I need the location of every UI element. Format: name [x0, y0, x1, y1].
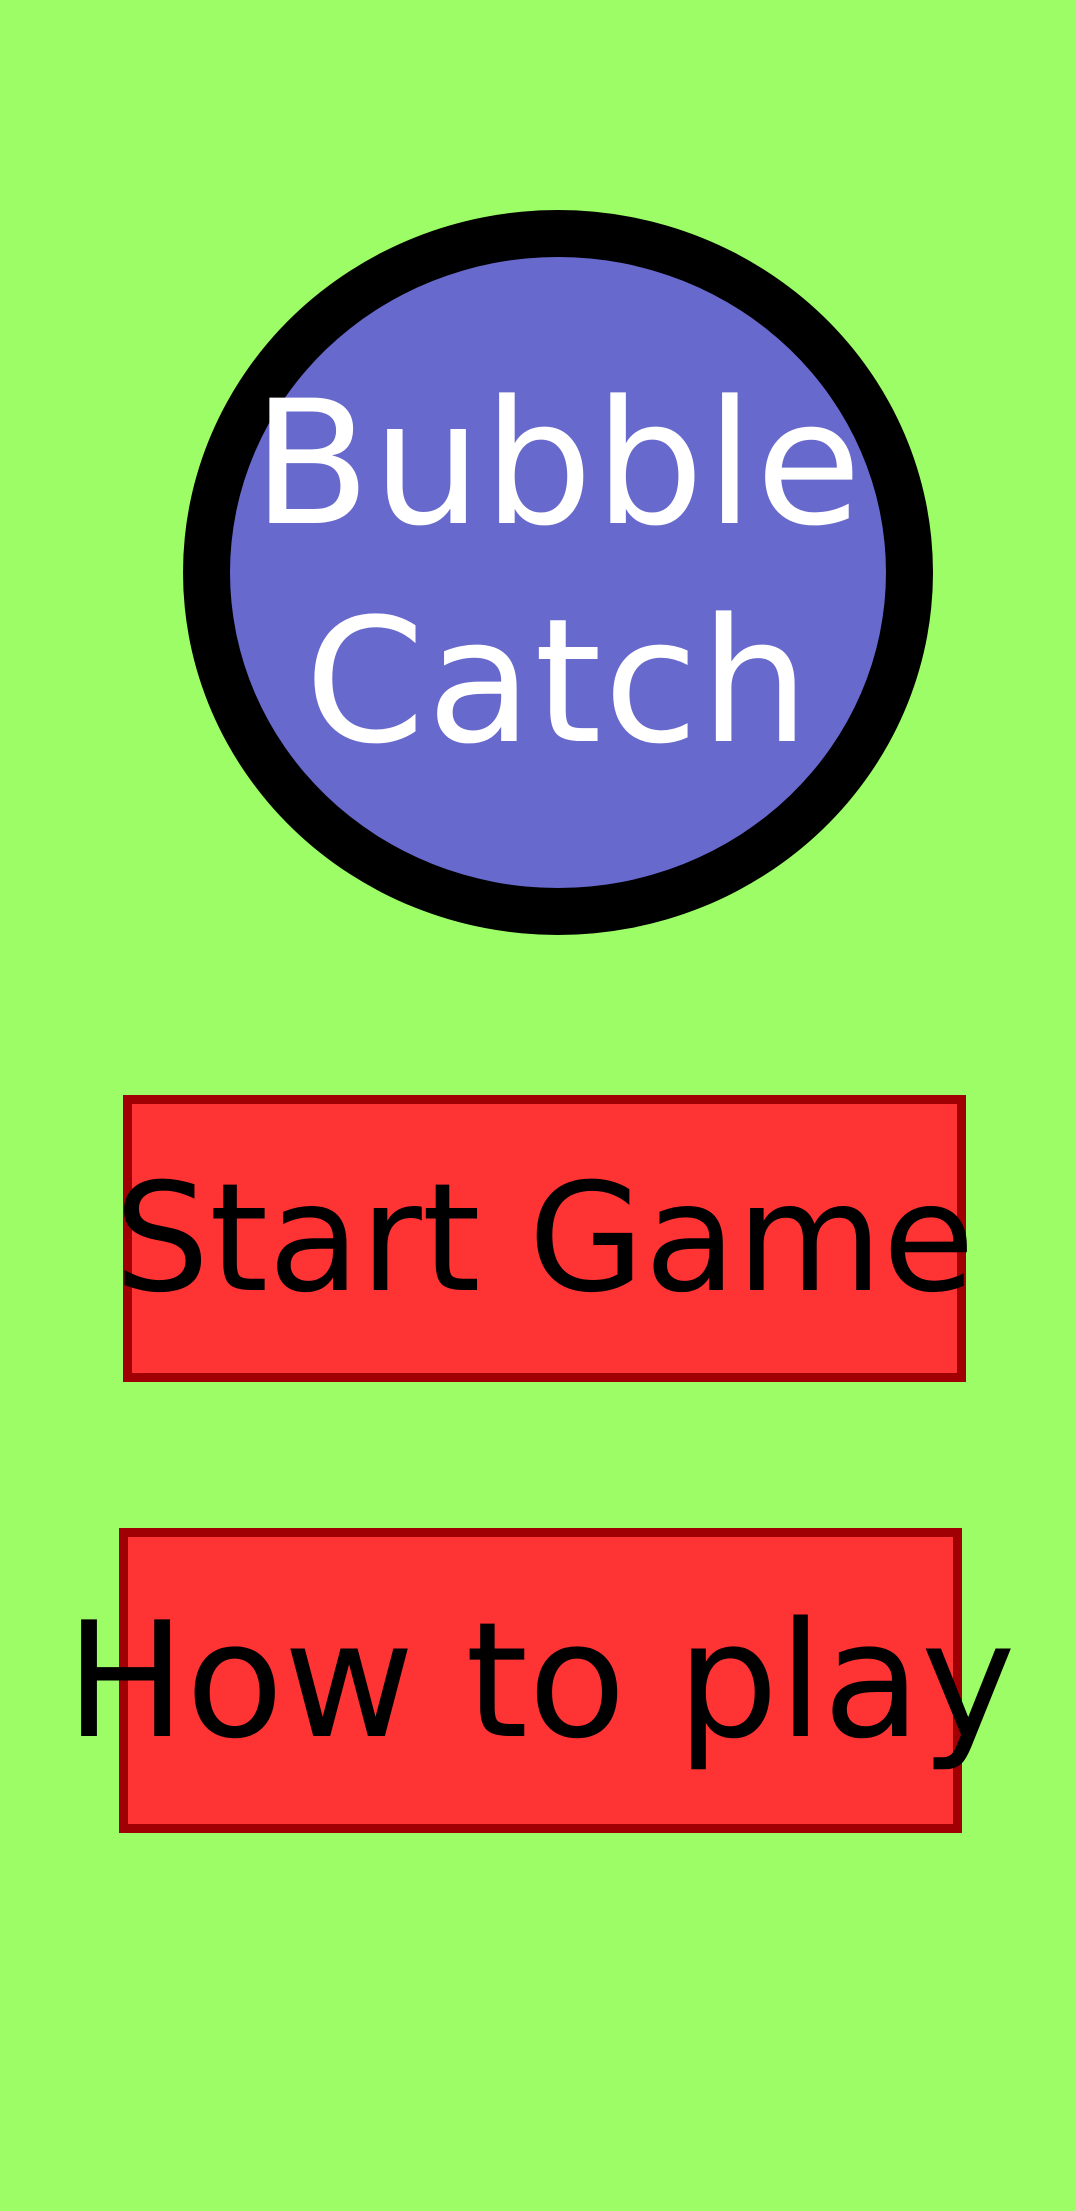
- game-title-line-1: Bubble: [252, 362, 864, 564]
- bubble-catch-logo: Bubble Catch: [183, 210, 933, 935]
- how-to-play-button[interactable]: How to play: [65, 1528, 1016, 1833]
- start-game-label: Start Game: [114, 1151, 975, 1326]
- start-game-button[interactable]: Start Game: [114, 1095, 975, 1382]
- how-to-play-label: How to play: [65, 1586, 1016, 1774]
- game-title-line-2: Catch: [304, 580, 812, 782]
